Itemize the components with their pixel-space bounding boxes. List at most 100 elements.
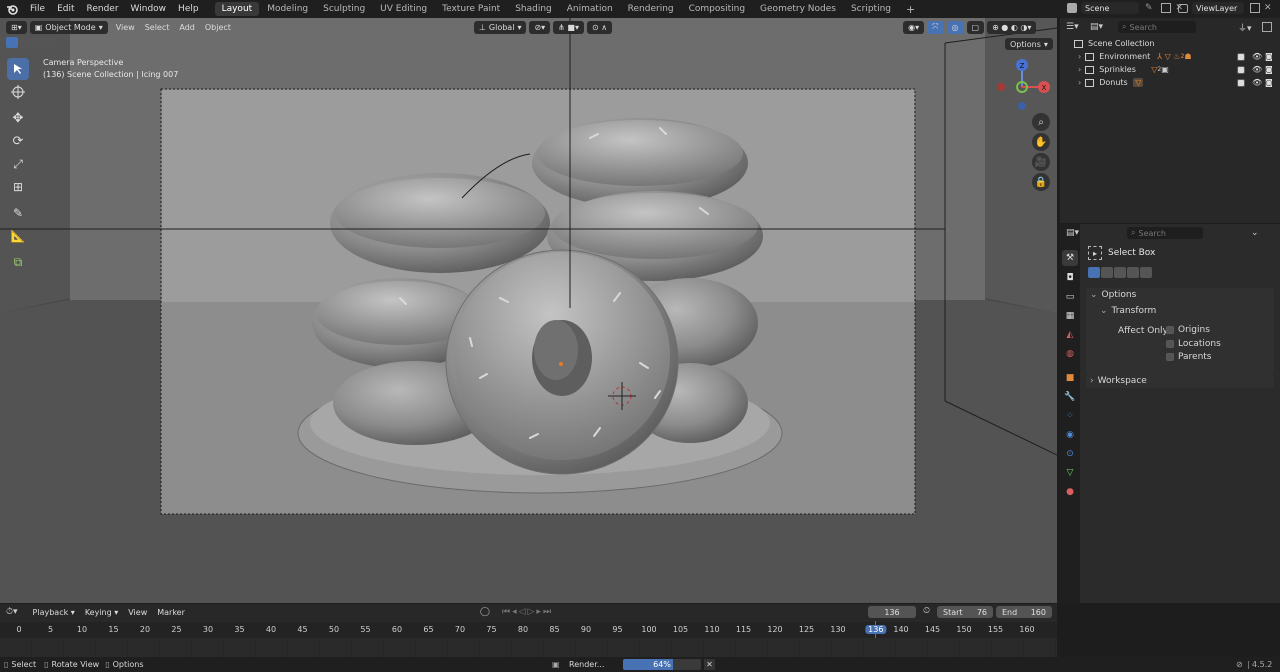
- transform-tool[interactable]: ⊞: [7, 176, 29, 198]
- exclude-checkbox[interactable]: [1237, 78, 1245, 87]
- data-tab-icon[interactable]: ▽: [1062, 465, 1078, 481]
- start-frame-field[interactable]: Start 76: [937, 606, 993, 618]
- pin-icon[interactable]: ✎: [1145, 3, 1153, 13]
- transform-orientation-dropdown[interactable]: ⊥ Global ▾: [473, 20, 527, 34]
- filter-icon[interactable]: ⏚▾: [1238, 21, 1252, 34]
- zoom-icon[interactable]: ⌕: [1032, 113, 1050, 131]
- select-extend-icon[interactable]: [1101, 267, 1113, 278]
- keyframe-area[interactable]: [0, 638, 1057, 657]
- eye-icon[interactable]: 👁: [1252, 65, 1262, 74]
- scene-name[interactable]: Scene: [1081, 2, 1139, 14]
- exclude-checkbox[interactable]: [1237, 52, 1245, 61]
- tab-shading[interactable]: Shading: [508, 2, 559, 16]
- locations-checkbox-row[interactable]: Locations: [1166, 339, 1221, 349]
- camera-render-icon[interactable]: ◙: [1265, 52, 1273, 61]
- tab-uv-editing[interactable]: UV Editing: [373, 2, 434, 16]
- rotate-tool[interactable]: ⟳: [7, 130, 29, 152]
- xray-toggle[interactable]: ▢: [966, 20, 985, 34]
- properties-editor-icon[interactable]: ▤▾: [1066, 228, 1079, 238]
- collection-row-donuts[interactable]: › Donuts ▽ 👁 ◙: [1060, 76, 1280, 89]
- timeline-panel[interactable]: ⏱▾ Playback ▾ Keying ▾ View Marker ◯ ⏮◂◁…: [0, 604, 1057, 657]
- constraints-tab-icon[interactable]: ⊙: [1062, 446, 1078, 462]
- viewport-options-button[interactable]: Options ▾: [1005, 38, 1053, 50]
- object-tab-icon[interactable]: ■: [1062, 370, 1078, 386]
- menu-marker[interactable]: Marker: [152, 608, 190, 617]
- shading-modes[interactable]: ⊕ ● ◐ ◑▾: [987, 20, 1037, 34]
- select-invert-icon[interactable]: [1127, 267, 1139, 278]
- lock-icon[interactable]: 🔒: [1032, 173, 1050, 191]
- properties-search-input[interactable]: ⌕ Search: [1127, 227, 1204, 239]
- playback-controls[interactable]: ⏮◂◁▷▸⏭: [502, 607, 553, 617]
- tab-texture-paint[interactable]: Texture Paint: [435, 2, 507, 16]
- editor-type-button[interactable]: ⊞▾: [6, 20, 27, 34]
- scene-tab-icon[interactable]: ◭: [1062, 327, 1078, 343]
- end-frame-field[interactable]: End 160: [996, 606, 1052, 618]
- expand-arrow-icon[interactable]: ›: [1078, 52, 1081, 61]
- modifier-tab-icon[interactable]: 🔧: [1062, 389, 1078, 405]
- material-tab-icon[interactable]: ●: [1062, 484, 1078, 500]
- tab-rendering[interactable]: Rendering: [621, 2, 681, 16]
- scene-collection-row[interactable]: Scene Collection: [1060, 37, 1280, 50]
- proportional-edit-toggle[interactable]: ⊙ ∧: [587, 20, 613, 34]
- outliner-search-input[interactable]: ⌕ Search: [1118, 21, 1196, 33]
- new-view-layer-icon[interactable]: [1250, 3, 1260, 13]
- snap-toggle[interactable]: ⋔ ■▾: [553, 20, 584, 34]
- collection-row-environment[interactable]: › Environment ⅄ ▽ ♨ 2 ☗ 👁 ◙: [1060, 50, 1280, 63]
- pan-hand-icon[interactable]: ✋: [1032, 133, 1050, 151]
- move-tool[interactable]: ✥: [7, 107, 29, 129]
- expand-arrow-icon[interactable]: ›: [1078, 78, 1081, 87]
- select-subtract-icon[interactable]: [1114, 267, 1126, 278]
- timeline-editor-icon[interactable]: ⏱▾: [6, 607, 18, 617]
- menu-select[interactable]: Select: [140, 23, 175, 32]
- exclude-checkbox[interactable]: [1237, 65, 1245, 74]
- tab-sculpting[interactable]: Sculpting: [316, 2, 372, 16]
- origins-checkbox-row[interactable]: Origins: [1166, 325, 1210, 335]
- add-cube-tool[interactable]: ⧉: [7, 251, 29, 273]
- neg-z-axis-icon[interactable]: [1018, 102, 1026, 110]
- locations-checkbox[interactable]: [1166, 340, 1174, 348]
- add-workspace-button[interactable]: +: [899, 1, 922, 18]
- overlay-toggle[interactable]: ◎: [946, 20, 964, 34]
- transform-subpanel-header[interactable]: ⌄ Transform: [1086, 304, 1274, 318]
- origins-checkbox[interactable]: [1166, 326, 1174, 334]
- delete-view-layer-icon[interactable]: ✕: [1264, 3, 1272, 13]
- world-tab-icon[interactable]: ◍: [1062, 346, 1078, 362]
- new-collection-icon[interactable]: [1261, 22, 1272, 32]
- select-new-icon[interactable]: [1088, 267, 1100, 278]
- menu-keying[interactable]: Keying ▾: [80, 608, 123, 617]
- particles-tab-icon[interactable]: ⁘: [1062, 408, 1078, 424]
- physics-tab-icon[interactable]: ◉: [1062, 427, 1078, 443]
- camera-render-icon[interactable]: ◙: [1265, 78, 1273, 87]
- eye-icon[interactable]: 👁: [1252, 78, 1262, 87]
- chevron-down-icon[interactable]: ⌄: [1251, 228, 1259, 238]
- annotate-tool[interactable]: ✎: [7, 202, 29, 224]
- menu-help[interactable]: Help: [172, 4, 205, 14]
- display-mode-icon[interactable]: ▤▾: [1090, 22, 1104, 32]
- eye-icon[interactable]: 👁: [1252, 52, 1262, 61]
- select-intersect-icon[interactable]: [45, 37, 57, 48]
- parents-checkbox-row[interactable]: Parents: [1166, 352, 1212, 362]
- outliner-editor-icon[interactable]: ☰▾: [1066, 22, 1080, 32]
- workspace-panel-header[interactable]: › Workspace: [1086, 374, 1274, 388]
- view-layer-name[interactable]: ViewLayer: [1192, 2, 1244, 14]
- select-subtract-icon[interactable]: [32, 37, 44, 48]
- new-scene-icon[interactable]: [1160, 3, 1171, 13]
- gizmo-toggle[interactable]: ⤧: [927, 20, 944, 34]
- blender-logo-icon[interactable]: [6, 3, 18, 15]
- clock-icon[interactable]: ⏲: [923, 606, 930, 616]
- menu-render[interactable]: Render: [81, 4, 125, 14]
- select-box-tool[interactable]: [7, 58, 29, 80]
- camera-render-icon[interactable]: ◙: [1265, 65, 1273, 74]
- tab-modeling[interactable]: Modeling: [260, 2, 315, 16]
- tab-animation[interactable]: Animation: [560, 2, 620, 16]
- select-intersect-icon[interactable]: [1140, 267, 1152, 278]
- menu-playback[interactable]: Playback ▾: [28, 608, 80, 617]
- tab-scripting[interactable]: Scripting: [844, 2, 898, 16]
- pivot-point-dropdown[interactable]: ⊘▾: [529, 20, 551, 34]
- menu-edit[interactable]: Edit: [51, 4, 80, 14]
- collection-row-sprinkles[interactable]: › Sprinkles ▽ 2 ▣ 👁 ◙: [1060, 63, 1280, 76]
- measure-tool[interactable]: 📐: [7, 225, 29, 247]
- menu-object[interactable]: Object: [200, 23, 236, 32]
- view-layer-selector[interactable]: ViewLayer ✕: [1178, 2, 1272, 14]
- menu-add[interactable]: Add: [174, 23, 200, 32]
